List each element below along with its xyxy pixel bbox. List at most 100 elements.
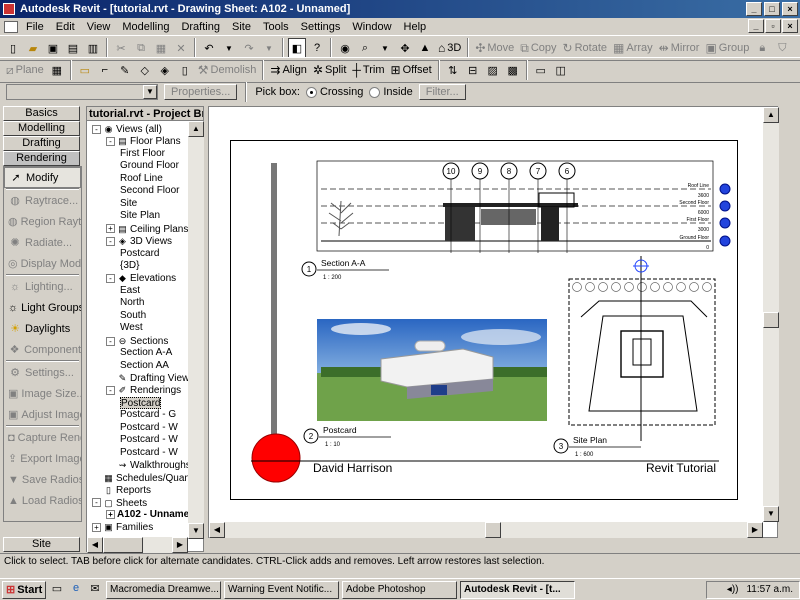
tool-modify[interactable]: ➚ Modify	[4, 167, 81, 188]
scroll-up-icon[interactable]: ▲	[763, 107, 779, 123]
tree-node-floor-plans[interactable]: - ▤ Floor Plans	[106, 135, 181, 147]
match-type-icon[interactable]: ⌐	[96, 60, 114, 80]
paint-icon[interactable]: ✎	[116, 60, 134, 80]
rotate-button[interactable]: ↻ Rotate	[561, 38, 609, 58]
array-button[interactable]: ▦ Array	[611, 38, 655, 58]
cut-geometry-icon[interactable]: ▯	[176, 60, 194, 80]
default-3d-view-button[interactable]: ⌂ 3D	[436, 38, 463, 58]
desktop-icon[interactable]: ▭	[49, 582, 65, 598]
scroll-left-icon[interactable]: ◀	[209, 522, 225, 538]
tab-rendering[interactable]: Rendering	[3, 151, 80, 166]
trim-button[interactable]: ┼ Trim	[350, 60, 386, 80]
tab-drafting[interactable]: Drafting	[3, 136, 80, 151]
tree-node-schedules-quantities[interactable]: ▦Schedules/Quantities	[92, 472, 189, 484]
tree-node-sheets[interactable]: - ▢ Sheets	[92, 497, 147, 509]
menu-view[interactable]: View	[81, 21, 117, 33]
grid-icon[interactable]: ▦	[48, 60, 66, 80]
tree-node-postcard[interactable]: Postcard	[120, 248, 159, 260]
redo-dropdown-icon[interactable]: ▼	[260, 38, 278, 58]
toggle-window-icon[interactable]: ◧	[288, 38, 306, 58]
collapse-icon[interactable]: -	[106, 336, 115, 346]
minimize-button[interactable]: _	[746, 2, 762, 16]
tree-node-views-all[interactable]: - ◉ Views (all)	[92, 123, 162, 135]
cut-icon[interactable]: ✂	[112, 38, 130, 58]
tree-node-site-plan[interactable]: Site Plan	[120, 210, 160, 222]
tab-basics[interactable]: Basics	[3, 106, 80, 121]
close-button[interactable]: ×	[782, 2, 798, 16]
tool-component[interactable]: ❖ Component	[4, 339, 81, 360]
doc-close-button[interactable]: ×	[782, 19, 798, 33]
undo-icon[interactable]: ↶	[200, 38, 218, 58]
offset-button[interactable]: ⊞ Offset	[389, 60, 434, 80]
demolish-button[interactable]: ⚒ Demolish	[196, 60, 259, 80]
scroll-thumb[interactable]	[763, 312, 779, 328]
hide-element-icon[interactable]: ▨	[484, 60, 502, 80]
tree-node-north[interactable]: North	[120, 297, 144, 309]
maximize-button[interactable]: □	[764, 2, 780, 16]
save-icon[interactable]: ▣	[44, 38, 62, 58]
section-box-icon[interactable]: ◫	[552, 60, 570, 80]
menu-modelling[interactable]: Modelling	[116, 21, 175, 33]
group-button[interactable]: ▣ Group	[703, 38, 751, 58]
canvas-vertical-scrollbar[interactable]: ▲ ▼	[763, 107, 779, 522]
tree-node-postcard-w[interactable]: Postcard - W	[120, 422, 178, 434]
collapse-icon[interactable]: -	[106, 274, 115, 284]
taskbar-item-dreamweaver[interactable]: Macromedia Dreamwe...	[106, 580, 221, 599]
expand-icon[interactable]: +	[106, 224, 115, 234]
tree-node-3d-views[interactable]: - ◈ 3D Views	[106, 235, 172, 247]
tree-node-section-a-a[interactable]: Section A-A	[120, 347, 172, 359]
tree-node-families[interactable]: + ▣ Families	[92, 521, 153, 533]
scroll-thumb[interactable]	[485, 522, 501, 538]
outlook-icon[interactable]: ✉	[87, 582, 103, 598]
scroll-left-icon[interactable]: ◀	[87, 537, 103, 553]
tool-save-radiosity[interactable]: ▼Save Radiosity	[4, 469, 81, 490]
measure-icon[interactable]: ▭	[76, 60, 94, 80]
print-preview-icon[interactable]: ▤	[64, 38, 82, 58]
collapse-icon[interactable]: -	[92, 124, 101, 134]
volume-icon[interactable]: ◂))	[727, 584, 739, 595]
collapse-icon[interactable]: -	[106, 137, 115, 147]
menu-edit[interactable]: Edit	[50, 21, 81, 33]
drawing-sheet[interactable]: 10 9 8 7 6 Roof Line 3600 Second Floor 6000 Firs…	[230, 140, 738, 500]
expand-icon[interactable]: +	[92, 523, 101, 533]
work-plane-button[interactable]: ⧄ Plane	[4, 60, 46, 80]
lock-icon[interactable]: 🔒︎	[753, 38, 771, 58]
tree-node-reports[interactable]: ▯ Reports	[92, 484, 151, 496]
help-pointer-icon[interactable]: ?	[308, 38, 326, 58]
ie-icon[interactable]: e	[68, 582, 84, 598]
tool-display-model[interactable]: ◎Display Model	[4, 253, 81, 274]
start-button[interactable]: ⊞ Start	[2, 580, 46, 599]
filter-button[interactable]: Filter...	[418, 84, 466, 100]
menu-drafting[interactable]: Drafting	[175, 21, 226, 33]
document-icon[interactable]	[4, 20, 18, 33]
tool-region-raytrace[interactable]: ◍Region Raytrace	[4, 211, 81, 232]
taskbar-item-warning[interactable]: Warning Event Notific...	[224, 580, 339, 599]
tab-modelling[interactable]: Modelling	[3, 121, 80, 136]
browser-vertical-scrollbar[interactable]: ▲ ▼	[188, 121, 204, 539]
tree-node-east[interactable]: East	[120, 285, 140, 297]
menu-window[interactable]: Window	[346, 21, 397, 33]
tool-export-image[interactable]: ⇪Export Image...	[4, 448, 81, 469]
menu-tools[interactable]: Tools	[257, 21, 295, 33]
tool-radiate[interactable]: ✺ Radiate...	[4, 232, 81, 253]
undo-dropdown-icon[interactable]: ▼	[220, 38, 238, 58]
tree-node-ceiling-plans[interactable]: + ▤ Ceiling Plans	[106, 223, 188, 235]
chevron-down-icon[interactable]: ▼	[143, 85, 157, 99]
type-selector[interactable]: ▼	[6, 84, 158, 100]
unlock-icon[interactable]: ⛉	[773, 38, 791, 58]
tool-capture-render[interactable]: ◘Capture Render	[4, 427, 81, 448]
scroll-down-icon[interactable]: ▼	[188, 523, 204, 539]
crossing-radio[interactable]: Crossing	[305, 86, 363, 98]
dynamic-view-icon[interactable]: ✥	[396, 38, 414, 58]
tool-adjust-image[interactable]: ▣Adjust Image...	[4, 404, 81, 425]
canvas-horizontal-scrollbar[interactable]: ◀ ▶	[209, 522, 763, 538]
tree-node-site[interactable]: Site	[120, 198, 137, 210]
tree-node-section-aa[interactable]: Section AA	[120, 360, 169, 372]
print-icon[interactable]: ▥	[84, 38, 102, 58]
delete-icon[interactable]: ✕	[172, 38, 190, 58]
scroll-down-icon[interactable]: ▼	[763, 506, 779, 522]
tool-daylights[interactable]: ☀ Daylights	[4, 318, 81, 339]
tool-image-size[interactable]: ▣ Image Size...	[4, 383, 81, 404]
menu-settings[interactable]: Settings	[295, 21, 347, 33]
tree-node-postcard[interactable]: Postcard	[120, 396, 162, 409]
